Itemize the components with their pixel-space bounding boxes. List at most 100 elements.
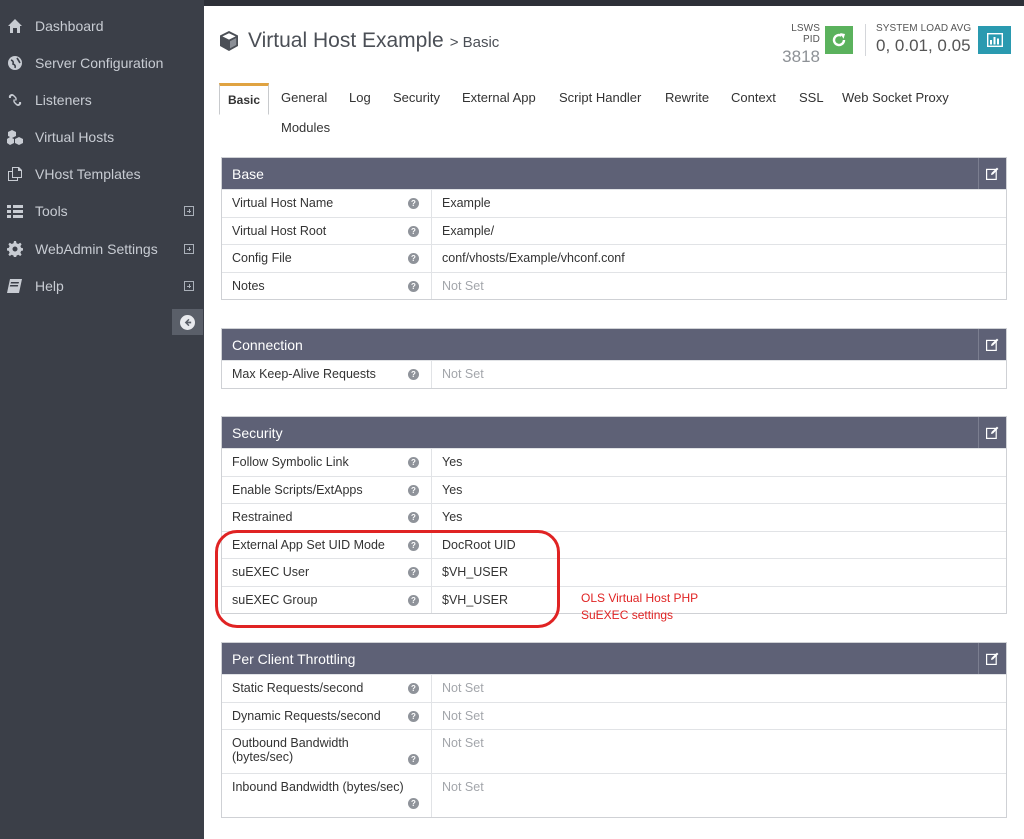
table-row: Virtual Host Name? Example (222, 189, 1006, 217)
load-label: SYSTEM LOAD AVG (876, 23, 972, 34)
sidebar-item-label: Help (35, 277, 64, 294)
gear-icon (7, 240, 23, 257)
row-value: Example (442, 196, 491, 210)
help-icon[interactable]: ? (408, 683, 419, 694)
sidebar-item-vhost-templates[interactable]: VHost Templates (0, 155, 204, 192)
help-icon[interactable]: ? (408, 512, 419, 523)
tab-general[interactable]: General (281, 83, 327, 115)
sidebar-item-virtual-hosts[interactable]: Virtual Hosts (0, 118, 204, 155)
help-icon[interactable]: ? (408, 798, 419, 809)
breadcrumb: > Basic (449, 34, 500, 51)
row-value: Yes (442, 455, 463, 469)
realtime-stats-button[interactable] (978, 26, 1011, 54)
expand-icon[interactable] (184, 280, 194, 291)
panel-header: Security (222, 417, 1006, 448)
help-icon[interactable]: ? (408, 484, 419, 496)
help-icon[interactable]: ? (408, 369, 419, 380)
table-row: Config File? conf/vhosts/Example/vhconf.c… (222, 244, 1006, 272)
pid-display: LSWS PID 3818 (772, 23, 820, 67)
help-icon[interactable]: ? (408, 253, 419, 264)
edit-button[interactable] (978, 643, 1006, 674)
cubes-icon (7, 129, 23, 145)
globe-icon (7, 55, 23, 71)
sidebar-item-listeners[interactable]: Listeners (0, 81, 204, 118)
row-value: conf/vhosts/Example/vhconf.conf (442, 251, 625, 265)
load-value: 0, 0.01, 0.05 (876, 36, 971, 55)
row-value: Not Set (442, 736, 484, 750)
main-content: Virtual Host Example > Basic LSWS PID 38… (204, 6, 1024, 839)
row-value: Not Set (442, 681, 484, 695)
panel-header: Connection (222, 329, 1006, 360)
page-title: Virtual Host Example (248, 29, 444, 52)
row-key: Notes (232, 278, 265, 293)
row-key: Inbound Bandwidth (bytes/sec) (232, 780, 404, 794)
row-value: Not Set (442, 708, 484, 723)
tab-external-app[interactable]: External App (462, 83, 536, 115)
help-icon[interactable]: ? (408, 754, 419, 765)
table-row: Outbound Bandwidth (bytes/sec)? Not Set (222, 729, 1006, 773)
sidebar-item-label: VHost Templates (35, 165, 141, 182)
table-row: Notes? Not Set (222, 271, 1006, 299)
refresh-icon (832, 33, 846, 47)
edit-button[interactable] (978, 158, 1006, 189)
home-icon (7, 18, 23, 34)
tab-rewrite[interactable]: Rewrite (665, 83, 709, 115)
row-value: Not Set (442, 780, 484, 794)
edit-button[interactable] (978, 329, 1006, 360)
grid-icon (7, 203, 23, 219)
arrow-left-icon (180, 314, 195, 330)
table-row: Max Keep-Alive Requests? Not Set (222, 360, 1006, 388)
help-icon[interactable]: ? (408, 198, 419, 209)
row-key: Follow Symbolic Link (232, 455, 349, 469)
table-row: Static Requests/second? Not Set (222, 674, 1006, 702)
panel-title: Security (232, 424, 283, 441)
row-key: Virtual Host Root (232, 223, 327, 238)
edit-button[interactable] (978, 417, 1006, 448)
tab-ssl[interactable]: SSL (799, 83, 824, 115)
row-value: Yes (442, 510, 463, 524)
edit-icon (986, 167, 999, 180)
row-key: Restrained (232, 510, 293, 524)
help-icon[interactable]: ? (408, 710, 419, 722)
row-value: Not Set (442, 367, 484, 381)
header-divider (865, 24, 866, 56)
sidebar: Dashboard Server Configuration Listeners… (0, 0, 204, 839)
sidebar-item-tools[interactable]: Tools (0, 192, 204, 229)
sidebar-item-label: Listeners (35, 91, 92, 108)
link-icon (7, 92, 23, 108)
tab-script-handler[interactable]: Script Handler (559, 83, 641, 115)
table-row: Restrained? Yes (222, 503, 1006, 531)
edit-icon (986, 338, 999, 351)
table-row: Inbound Bandwidth (bytes/sec)? Not Set (222, 773, 1006, 817)
panel-header: Per Client Throttling (222, 643, 1006, 674)
help-icon[interactable]: ? (408, 225, 419, 237)
sidebar-item-help[interactable]: Help (0, 267, 204, 304)
sidebar-collapse-button[interactable] (172, 309, 203, 335)
expand-icon[interactable] (184, 243, 194, 254)
edit-icon (986, 426, 999, 439)
edit-icon (986, 652, 999, 665)
tab-context[interactable]: Context (731, 83, 776, 115)
tab-modules[interactable]: Modules (281, 113, 330, 145)
page-header: Virtual Host Example > Basic (218, 29, 499, 53)
sidebar-item-server-configuration[interactable]: Server Configuration (0, 44, 204, 81)
help-icon[interactable]: ? (408, 457, 419, 468)
panel-header: Base (222, 158, 1006, 189)
sidebar-item-dashboard[interactable]: Dashboard (0, 7, 204, 44)
expand-icon[interactable] (184, 205, 194, 216)
row-value: Example/ (442, 223, 495, 238)
pid-value: 3818 (782, 47, 820, 66)
tab-web-socket-proxy[interactable]: Web Socket Proxy (842, 83, 949, 115)
sidebar-item-label: Dashboard (35, 17, 104, 34)
help-icon[interactable]: ? (408, 280, 419, 292)
table-row: Follow Symbolic Link? Yes (222, 448, 1006, 476)
table-row: Dynamic Requests/second? Not Set (222, 701, 1006, 729)
sidebar-item-webadmin-settings[interactable]: WebAdmin Settings (0, 230, 204, 267)
row-key: Config File (232, 251, 292, 265)
tab-log[interactable]: Log (349, 83, 371, 115)
sidebar-item-label: Virtual Hosts (35, 128, 115, 145)
tab-security[interactable]: Security (393, 83, 440, 115)
tab-basic[interactable]: Basic (219, 83, 270, 115)
restart-button[interactable] (825, 26, 853, 54)
row-key: Dynamic Requests/second (232, 708, 381, 723)
